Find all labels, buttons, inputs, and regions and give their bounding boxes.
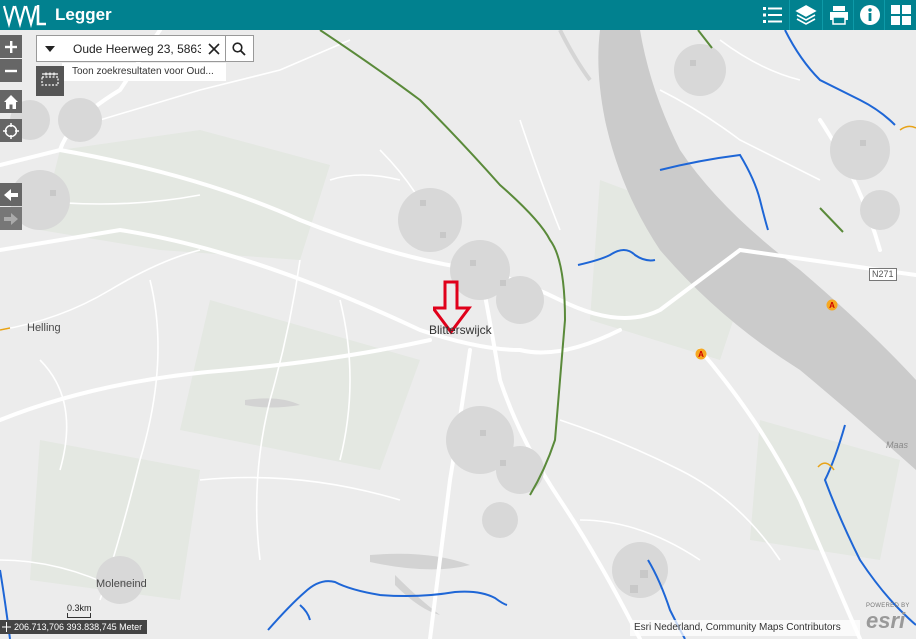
svg-text:A: A [829,301,835,310]
wl-logo [2,5,46,28]
home-icon [4,94,18,109]
home-button[interactable] [0,90,22,113]
header-divider [822,0,823,30]
a-marker-icon[interactable]: A [826,299,838,311]
layers-icon [795,5,817,25]
locate-button[interactable] [0,119,22,142]
arrow-left-icon [4,188,18,201]
coordinate-readout: 206.713,706 393.838,745 Meter [0,620,147,634]
caret-down-icon [45,45,55,52]
grid-menu-button[interactable] [886,0,916,30]
search-widget [36,35,254,62]
scale-label: 0.3km [67,603,92,613]
town-label-helling: Helling [27,322,61,334]
svg-text:A: A [698,350,704,359]
a-marker-icon[interactable]: A [695,348,707,360]
plus-icon [5,40,17,53]
layers-button[interactable] [791,0,821,30]
app-header: Legger [0,0,916,30]
zoom-out-button[interactable] [0,59,22,82]
header-divider [884,0,885,30]
print-button[interactable] [824,0,854,30]
zoom-in-button[interactable] [0,35,22,58]
town-label-blitterswijck: Blitterswijck [429,323,492,337]
arrow-right-icon [4,212,18,225]
search-suggestion[interactable]: Toon zoekresultaten voor Oud... [62,63,226,81]
info-button[interactable] [855,0,885,30]
road-label-n271: N271 [869,268,897,281]
app-title: Legger [55,5,112,24]
header-divider [789,0,790,30]
scale-bar [67,613,91,618]
measure-button[interactable] [36,66,64,96]
next-extent-button[interactable] [0,207,22,230]
locate-icon [3,122,19,139]
measure-icon [41,72,59,86]
crosshair-icon [2,622,11,632]
minus-icon [5,69,17,72]
search-button[interactable] [225,36,252,61]
legend-list-icon [763,7,782,23]
search-clear-button[interactable] [203,36,225,61]
legend-button[interactable] [758,0,788,30]
map-attribution: Esri Nederland, Community Maps Contribut… [630,620,860,636]
search-source-dropdown[interactable] [37,36,63,61]
town-label-moleneind: Moleneind [96,578,147,590]
esri-logo[interactable]: esri [866,608,905,634]
info-icon [860,5,880,25]
map-app: Legger A A Blitterswijck Helling Molenei… [0,0,916,639]
previous-extent-button[interactable] [0,183,22,206]
river-label-maas: Maas [886,440,909,450]
header-divider [853,0,854,30]
print-icon [830,6,848,25]
search-input[interactable] [63,36,203,61]
search-icon [232,41,246,56]
grid-icon [891,5,911,25]
close-icon [208,42,220,55]
